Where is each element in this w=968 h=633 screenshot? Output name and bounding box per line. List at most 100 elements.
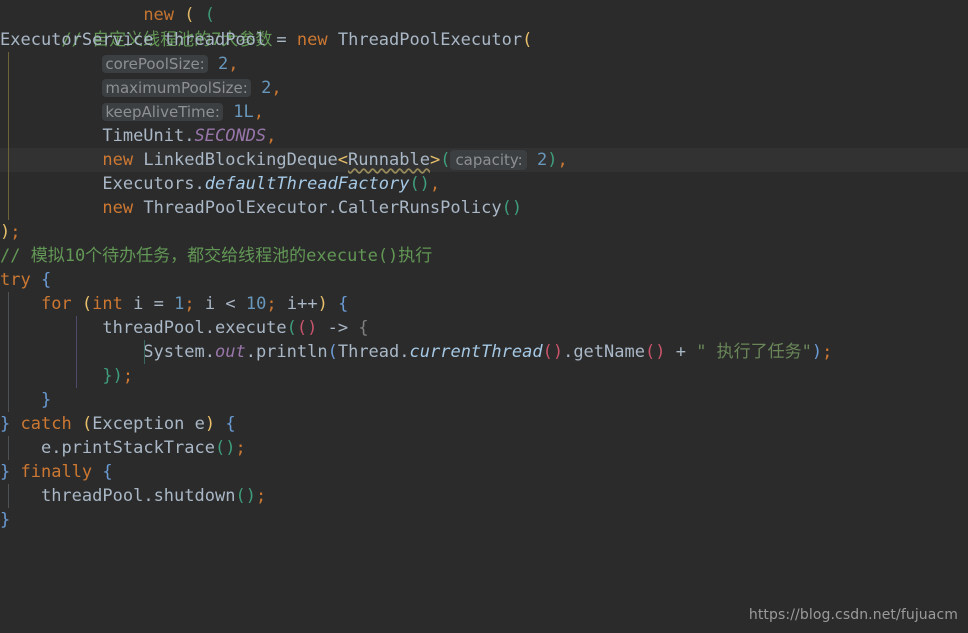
open-brace: { <box>338 294 349 314</box>
comma: , <box>271 78 282 98</box>
generic-type-runnable: Runnable <box>348 150 430 170</box>
code-line-comment-1[interactable]: // 自定义线程池的7大参数 <box>0 4 968 50</box>
code-line-arg-corepoolsize[interactable]: corePoolSize: 2, <box>0 52 968 76</box>
code-line-lambda-close[interactable]: }); <box>0 364 968 388</box>
field-out: out <box>214 342 246 362</box>
code-line-rejectpolicy[interactable]: new ThreadPoolExecutor.CallerRunsPolicy(… <box>0 196 968 220</box>
loop-start: 1 <box>174 294 185 314</box>
code-line-queue[interactable]: new LinkedBlockingDeque<Runnable>(capaci… <box>0 148 968 172</box>
type-int: int <box>92 294 123 314</box>
code-line-shutdown[interactable]: threadPool.shutdown(); <box>0 484 968 508</box>
class-linkedblockingdeque: LinkedBlockingDeque <box>143 150 338 170</box>
code-line-println[interactable]: System.out.println(Thread.currentThread(… <box>0 340 968 364</box>
open-brace: { <box>225 414 236 434</box>
open-paren: ( <box>81 414 93 434</box>
code-line-ctor-close[interactable]: ); <box>0 220 968 244</box>
code-line-try[interactable]: try { <box>0 268 968 292</box>
semicolon: ; <box>822 342 833 362</box>
code-line-timeunit[interactable]: TimeUnit.SECONDS, <box>0 124 968 148</box>
code-line-finally[interactable]: } finally { <box>0 460 968 484</box>
comma: , <box>557 150 568 170</box>
param-hint-corepoolsize: corePoolSize: <box>102 55 208 73</box>
method-execute: execute <box>214 318 287 338</box>
call-parens: () <box>644 342 666 362</box>
close-brace: } <box>102 366 113 386</box>
method-shutdown: shutdown <box>153 486 236 506</box>
assign-operator: = <box>276 30 287 50</box>
dot: . <box>143 486 154 506</box>
open-brace: { <box>358 318 369 338</box>
watermark-url: https://blog.csdn.net/fujuacm <box>748 607 958 623</box>
type-exception: Exception <box>92 414 185 434</box>
dot: . <box>204 342 215 362</box>
generic-close: > <box>429 150 441 170</box>
open-paren: ( <box>81 294 93 314</box>
call-parens: () <box>542 342 564 362</box>
inner-callerrunspolicy: CallerRunsPolicy <box>337 198 502 218</box>
code-line-threadfactory[interactable]: Executors.defaultThreadFactory(), <box>0 172 968 196</box>
loop-cond-var: i <box>204 294 216 314</box>
code-line-catch[interactable]: } catch (Exception e) { <box>0 412 968 436</box>
comma: , <box>228 54 239 74</box>
ctor-threadpoolexecutor: ThreadPoolExecutor <box>337 30 523 50</box>
open-paren: ( <box>522 30 533 50</box>
var-threadpool: threadPool <box>163 30 267 50</box>
code-line-execute[interactable]: threadPool.execute(() -> { <box>0 316 968 340</box>
close-brace: } <box>0 462 11 482</box>
code-line-declaration[interactable]: ExecutorService threadPool = new ThreadP… <box>0 28 968 52</box>
close-brace: } <box>0 510 11 530</box>
arg-value-keepalivetime: 1L <box>233 102 254 122</box>
semicolon: ; <box>184 294 195 314</box>
lambda-params: () <box>296 318 318 338</box>
close-brace: } <box>0 414 11 434</box>
close-brace: } <box>40 390 52 410</box>
class-timeunit: TimeUnit <box>102 126 185 146</box>
dot: . <box>204 318 215 338</box>
close-paren: ) <box>0 222 11 242</box>
close-paren: ) <box>204 414 216 434</box>
code-editor[interactable]: new ( ( // 自定义线程池的7大参数 ExecutorService t… <box>0 0 968 633</box>
method-printstacktrace: printStackTrace <box>61 438 215 458</box>
class-system: System <box>143 342 205 362</box>
close-paren: ) <box>112 366 123 386</box>
string-literal: " 执行了任务" <box>696 342 812 362</box>
semicolon: ; <box>235 438 246 458</box>
keyword-new: new <box>102 198 134 218</box>
open-paren: ( <box>327 342 338 362</box>
less-than: < <box>225 294 236 314</box>
code-line-for-close[interactable]: } <box>0 388 968 412</box>
semicolon: ; <box>255 486 267 506</box>
code-line-comment-2[interactable]: // 模拟10个待办任务，都交给线程池的execute()执行 <box>0 244 968 268</box>
obj-threadpool: threadPool <box>102 318 205 338</box>
class-executors: Executors <box>102 174 195 194</box>
loop-limit: 10 <box>245 294 267 314</box>
semicolon: ; <box>122 366 134 386</box>
arg-value-capacity: 2 <box>536 150 548 170</box>
clipped-previous-line: new ( ( <box>143 5 216 25</box>
arg-value-corepoolsize: 2 <box>217 54 229 74</box>
open-brace: { <box>102 462 113 482</box>
code-line-block-end[interactable]: } <box>0 508 968 532</box>
param-hint-maximumpoolsize: maximumPoolSize: <box>102 79 251 97</box>
code-line-printstacktrace[interactable]: e.printStackTrace(); <box>0 436 968 460</box>
keyword-for: for <box>40 294 72 314</box>
code-line-for[interactable]: for (int i = 1; i < 10; i++) { <box>0 292 968 316</box>
open-paren: ( <box>440 150 451 170</box>
code-line-arg-maximumpoolsize[interactable]: maximumPoolSize: 2, <box>0 76 968 100</box>
class-thread: Thread <box>337 342 400 362</box>
code-lines: // 自定义线程池的7大参数 ExecutorService threadPoo… <box>0 4 968 532</box>
close-paren: ) <box>547 150 558 170</box>
code-line-arg-keepalivetime[interactable]: keepAliveTime: 1L, <box>0 100 968 124</box>
semicolon: ; <box>266 294 277 314</box>
keyword-catch: catch <box>20 414 72 434</box>
call-parens: () <box>214 438 236 458</box>
assign-operator: = <box>153 294 164 314</box>
lambda-arrow: -> <box>327 318 349 338</box>
loop-increment: i++ <box>286 294 318 314</box>
arg-value-maximumpoolsize: 2 <box>261 78 272 98</box>
dot: . <box>327 198 338 218</box>
var-e: e <box>194 414 205 434</box>
method-currentthread: currentThread <box>409 342 543 362</box>
keyword-new: new <box>296 30 328 50</box>
keyword-try: try <box>0 270 31 290</box>
